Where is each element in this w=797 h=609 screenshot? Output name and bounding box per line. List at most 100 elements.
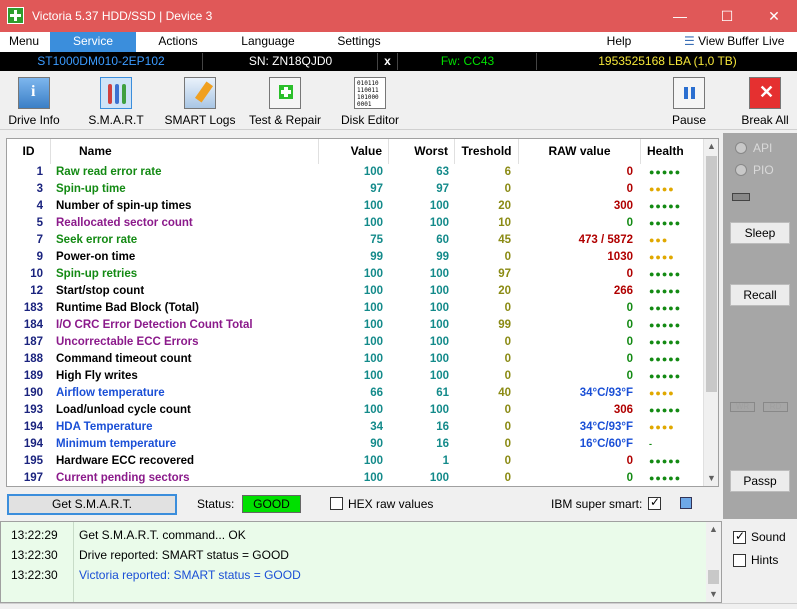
sleep-button[interactable]: Sleep	[730, 222, 790, 244]
maximize-button[interactable]: ☐	[704, 0, 750, 32]
cell-raw: 300	[613, 200, 633, 212]
col-worst[interactable]: Worst	[389, 139, 455, 164]
menu-actions[interactable]: Actions	[146, 32, 210, 52]
get-smart-button[interactable]: Get S.M.A.R.T.	[7, 494, 177, 515]
pause-button[interactable]: Pause	[664, 75, 714, 129]
menu-service[interactable]: Service	[50, 32, 136, 52]
col-name[interactable]: Name	[51, 139, 319, 164]
drive-info-button[interactable]: i Drive Info	[4, 75, 64, 129]
cell-id: 190	[23, 387, 43, 399]
menu-language[interactable]: Language	[232, 32, 304, 52]
table-row[interactable]: 4 Number of spin-up times 100 100 20 300 ●●●●●	[7, 198, 704, 215]
cell-health: ●●●●●	[649, 320, 682, 330]
cell-threshold: 97	[498, 268, 511, 280]
stop-x-icon: ✕	[749, 77, 781, 109]
smart-button[interactable]: S.M.A.R.T	[84, 75, 148, 129]
smart-logs-button[interactable]: SMART Logs	[162, 75, 238, 129]
table-row[interactable]: 184 I/O CRC Error Detection Count Total 10…	[7, 317, 704, 334]
cell-health: ●●●●●	[649, 371, 682, 381]
status-label: Status:	[197, 497, 235, 511]
disk-editor-button[interactable]: 010110 110011 101000 0001 Disk Editor	[338, 75, 402, 129]
table-row[interactable]: 190 Airflow temperature 66 61 40 34°C/93°F ●●●…	[7, 385, 704, 402]
log-scroll-up-arrow[interactable]: ▲	[706, 522, 721, 537]
passp-button[interactable]: Passp	[730, 470, 790, 492]
logs-icon	[184, 77, 216, 109]
table-row[interactable]: 194 HDA Temperature 34 16 0 34°C/93°F ●●●●	[7, 419, 704, 436]
table-row[interactable]: 12 Start/stop count 100 100 20 266 ●●●●●	[7, 283, 704, 300]
table-row[interactable]: 3 Spin-up time 97 97 0 0 ●●●●	[7, 181, 704, 198]
drive-close-button[interactable]: x	[378, 53, 398, 70]
table-row[interactable]: 10 Spin-up retries 100 100 97 0 ●●●●●	[7, 266, 704, 283]
cell-raw: 0	[626, 455, 633, 467]
cell-health: ●●●●●	[649, 303, 682, 313]
break-all-button[interactable]: ✕ Break All	[738, 75, 792, 129]
log-scrollbar[interactable]: ▲ ▼	[706, 522, 721, 602]
table-row[interactable]: 195 Hardware ECC recovered 100 1 0 0 ●●●●●	[7, 453, 704, 470]
cell-value: 100	[363, 302, 383, 314]
menu-settings[interactable]: Settings	[324, 32, 394, 52]
table-row[interactable]: 189 High Fly writes 100 100 0 0 ●●●●●	[7, 368, 704, 385]
table-row[interactable]: 9 Power-on time 99 99 0 1030 ●●●●	[7, 249, 704, 266]
scroll-thumb[interactable]	[706, 156, 717, 392]
cell-name: Spin-up time	[56, 183, 126, 195]
test-repair-button[interactable]: Test & Repair	[246, 75, 324, 129]
log-scroll-thumb[interactable]	[708, 570, 719, 584]
cell-value: 75	[370, 234, 383, 246]
ibm-super-smart-checkbox[interactable]	[648, 495, 661, 510]
close-button[interactable]: ✕	[751, 0, 797, 32]
cell-id: 187	[23, 336, 43, 348]
cell-value: 100	[363, 319, 383, 331]
view-buffer-live[interactable]: ☰ View Buffer Live	[684, 32, 794, 52]
table-row[interactable]: 188 Command timeout count 100 100 0 0 ●●●●●	[7, 351, 704, 368]
scroll-up-arrow[interactable]: ▲	[704, 139, 718, 154]
log-message: Victoria reported: SMART status = GOOD	[79, 568, 301, 582]
table-row[interactable]: 187 Uncorrectable ECC Errors 100 100 0 0 ●●●●●	[7, 334, 704, 351]
window-title: Victoria 5.37 HDD/SSD | Device 3	[32, 9, 213, 23]
cell-health: ●●●●	[649, 422, 675, 432]
cell-health: ●●●	[649, 235, 669, 245]
pio-radio[interactable]	[735, 164, 747, 176]
cell-id: 188	[23, 353, 43, 365]
ibm-super-smart-label: IBM super smart:	[551, 497, 643, 511]
bottom-strip	[0, 603, 797, 609]
minimize-button[interactable]: —	[657, 0, 703, 32]
list-icon: ☰	[684, 34, 695, 48]
cell-name: Uncorrectable ECC Errors	[56, 336, 199, 348]
log-message: Drive reported: SMART status = GOOD	[79, 548, 289, 562]
cell-threshold: 0	[504, 404, 511, 416]
hex-raw-checkbox[interactable]	[330, 497, 343, 510]
api-radio[interactable]	[735, 142, 747, 154]
cell-raw: 0	[626, 472, 633, 484]
table-scrollbar[interactable]: ▲ ▼	[703, 139, 718, 486]
table-row[interactable]: 197 Current pending sectors 100 100 0 0 ●●●●●	[7, 470, 704, 486]
scroll-down-arrow[interactable]: ▼	[704, 471, 718, 486]
table-row[interactable]: 194 Minimum temperature 90 16 0 16°C/60°F -	[7, 436, 704, 453]
color-indicator[interactable]	[680, 497, 692, 509]
col-threshold[interactable]: Treshold	[455, 139, 519, 164]
pio-label: PIO	[753, 163, 774, 177]
status-row: Get S.M.A.R.T. Status: GOOD HEX raw valu…	[0, 490, 722, 518]
cell-health: ●●●●	[649, 252, 675, 262]
recall-button[interactable]: Recall	[730, 284, 790, 306]
sound-checkbox[interactable]	[733, 529, 746, 544]
col-id[interactable]: ID	[7, 139, 51, 164]
options-panel: Sound Hints	[723, 521, 797, 603]
cell-value: 97	[370, 183, 383, 195]
menu-help[interactable]: Help	[596, 32, 642, 52]
col-raw[interactable]: RAW value	[519, 139, 641, 164]
hints-checkbox[interactable]	[733, 554, 746, 567]
table-row[interactable]: 7 Seek error rate 75 60 45 473 / 5872 ●●●	[7, 232, 704, 249]
table-row[interactable]: 193 Load/unload cycle count 100 100 0 306 ●●●●…	[7, 402, 704, 419]
drive-info-bar: ST1000DM010-2EP102 SN: ZN18QJD0 x Fw: CC…	[0, 52, 797, 71]
table-row[interactable]: 183 Runtime Bad Block (Total) 100 100 0 0 ●●●●…	[7, 300, 704, 317]
cell-raw: 0	[626, 166, 633, 178]
table-row[interactable]: 5 Reallocated sector count 100 100 10 0 ●●●●●	[7, 215, 704, 232]
col-health[interactable]: Health	[641, 139, 704, 164]
cell-id: 184	[23, 319, 43, 331]
log-scroll-down-arrow[interactable]: ▼	[706, 587, 721, 602]
table-row[interactable]: 1 Raw read error rate 100 63 6 0 ●●●●●	[7, 164, 704, 181]
cell-id: 12	[30, 285, 43, 297]
cell-threshold: 20	[498, 285, 511, 297]
col-value[interactable]: Value	[319, 139, 389, 164]
menu-menu[interactable]: Menu	[0, 32, 48, 52]
